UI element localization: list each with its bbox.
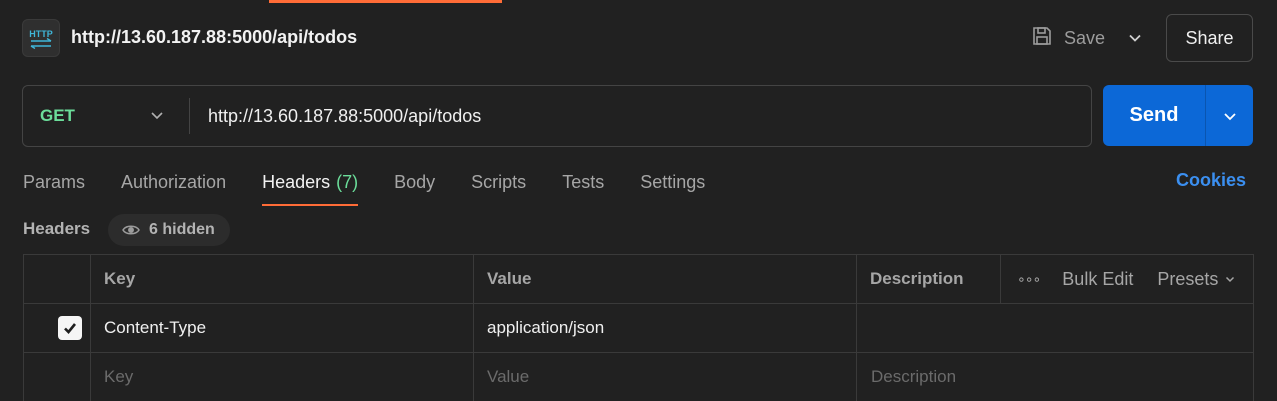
send-button[interactable]: Send	[1103, 85, 1205, 146]
save-options-button[interactable]	[1120, 22, 1150, 54]
headers-section-title: Headers	[23, 219, 91, 238]
chevron-down-icon	[1129, 34, 1141, 42]
svg-text:HTTP: HTTP	[29, 29, 53, 39]
presets-dropdown[interactable]: Presets	[1157, 269, 1236, 290]
tab-tests[interactable]: Tests	[562, 160, 604, 206]
new-description-input[interactable]: Description	[857, 353, 1253, 401]
column-header-key: Key	[91, 255, 474, 303]
hidden-headers-toggle[interactable]: 6 hidden	[108, 214, 230, 246]
share-button[interactable]: Share	[1166, 14, 1253, 62]
url-bar: GET http://13.60.187.88:5000/api/todos	[22, 85, 1092, 147]
tab-settings[interactable]: Settings	[640, 160, 705, 206]
more-options-icon[interactable]: ∘∘∘	[1017, 271, 1041, 288]
http-icon: HTTP	[22, 19, 60, 57]
request-title[interactable]: http://13.60.187.88:5000/api/todos	[71, 27, 357, 48]
chevron-down-icon	[1226, 276, 1235, 283]
header-value-cell[interactable]: application/json	[474, 304, 857, 352]
send-options-button[interactable]	[1206, 85, 1253, 146]
request-title-bar: HTTP http://13.60.187.88:5000/api/todos …	[0, 0, 1277, 76]
tab-params[interactable]: Params	[23, 160, 85, 206]
tab-body[interactable]: Body	[394, 160, 435, 206]
checkbox-column-header	[24, 255, 91, 303]
table-row: Content-Type application/json	[24, 304, 1253, 353]
tab-scripts[interactable]: Scripts	[471, 160, 526, 206]
tab-headers-count: (7)	[336, 172, 359, 192]
method-label: GET	[40, 106, 75, 125]
row-enabled-checkbox[interactable]	[58, 316, 82, 340]
tab-headers[interactable]: Headers (7)	[262, 160, 359, 206]
table-row-new: Key Value Description	[24, 353, 1253, 401]
save-button[interactable]: Save	[1030, 22, 1105, 54]
table-header-row: Key Value Description ∘∘∘ Bulk Edit Pres…	[24, 255, 1253, 304]
new-value-input[interactable]: Value	[474, 353, 857, 401]
chevron-down-icon	[151, 112, 163, 120]
chevron-down-icon	[1223, 112, 1236, 120]
headers-table: Key Value Description ∘∘∘ Bulk Edit Pres…	[23, 254, 1254, 401]
save-label: Save	[1064, 27, 1106, 48]
checkmark-icon	[64, 323, 77, 334]
presets-label: Presets	[1157, 268, 1219, 289]
table-actions: ∘∘∘ Bulk Edit Presets	[1001, 255, 1253, 303]
column-header-description: Description	[857, 255, 1001, 303]
url-divider	[189, 98, 190, 134]
column-header-value: Value	[474, 255, 857, 303]
row-checkbox-cell	[24, 304, 91, 352]
bulk-edit-button[interactable]: Bulk Edit	[1062, 269, 1133, 290]
url-input[interactable]: http://13.60.187.88:5000/api/todos	[208, 86, 1078, 146]
send-button-group: Send	[1103, 85, 1253, 146]
header-key-cell[interactable]: Content-Type	[91, 304, 474, 352]
row-checkbox-cell-empty	[24, 353, 91, 401]
method-select[interactable]: GET	[23, 86, 189, 146]
request-tabs: Params Authorization Headers (7) Body Scr…	[23, 160, 741, 206]
cookies-link[interactable]: Cookies	[1176, 170, 1246, 191]
save-icon	[1030, 24, 1054, 53]
new-key-input[interactable]: Key	[91, 353, 474, 401]
hidden-headers-label: 6 hidden	[149, 221, 215, 238]
header-description-cell[interactable]	[857, 304, 1253, 352]
tab-headers-label: Headers	[262, 172, 331, 192]
tab-authorization[interactable]: Authorization	[121, 160, 226, 206]
eye-icon	[122, 225, 140, 235]
